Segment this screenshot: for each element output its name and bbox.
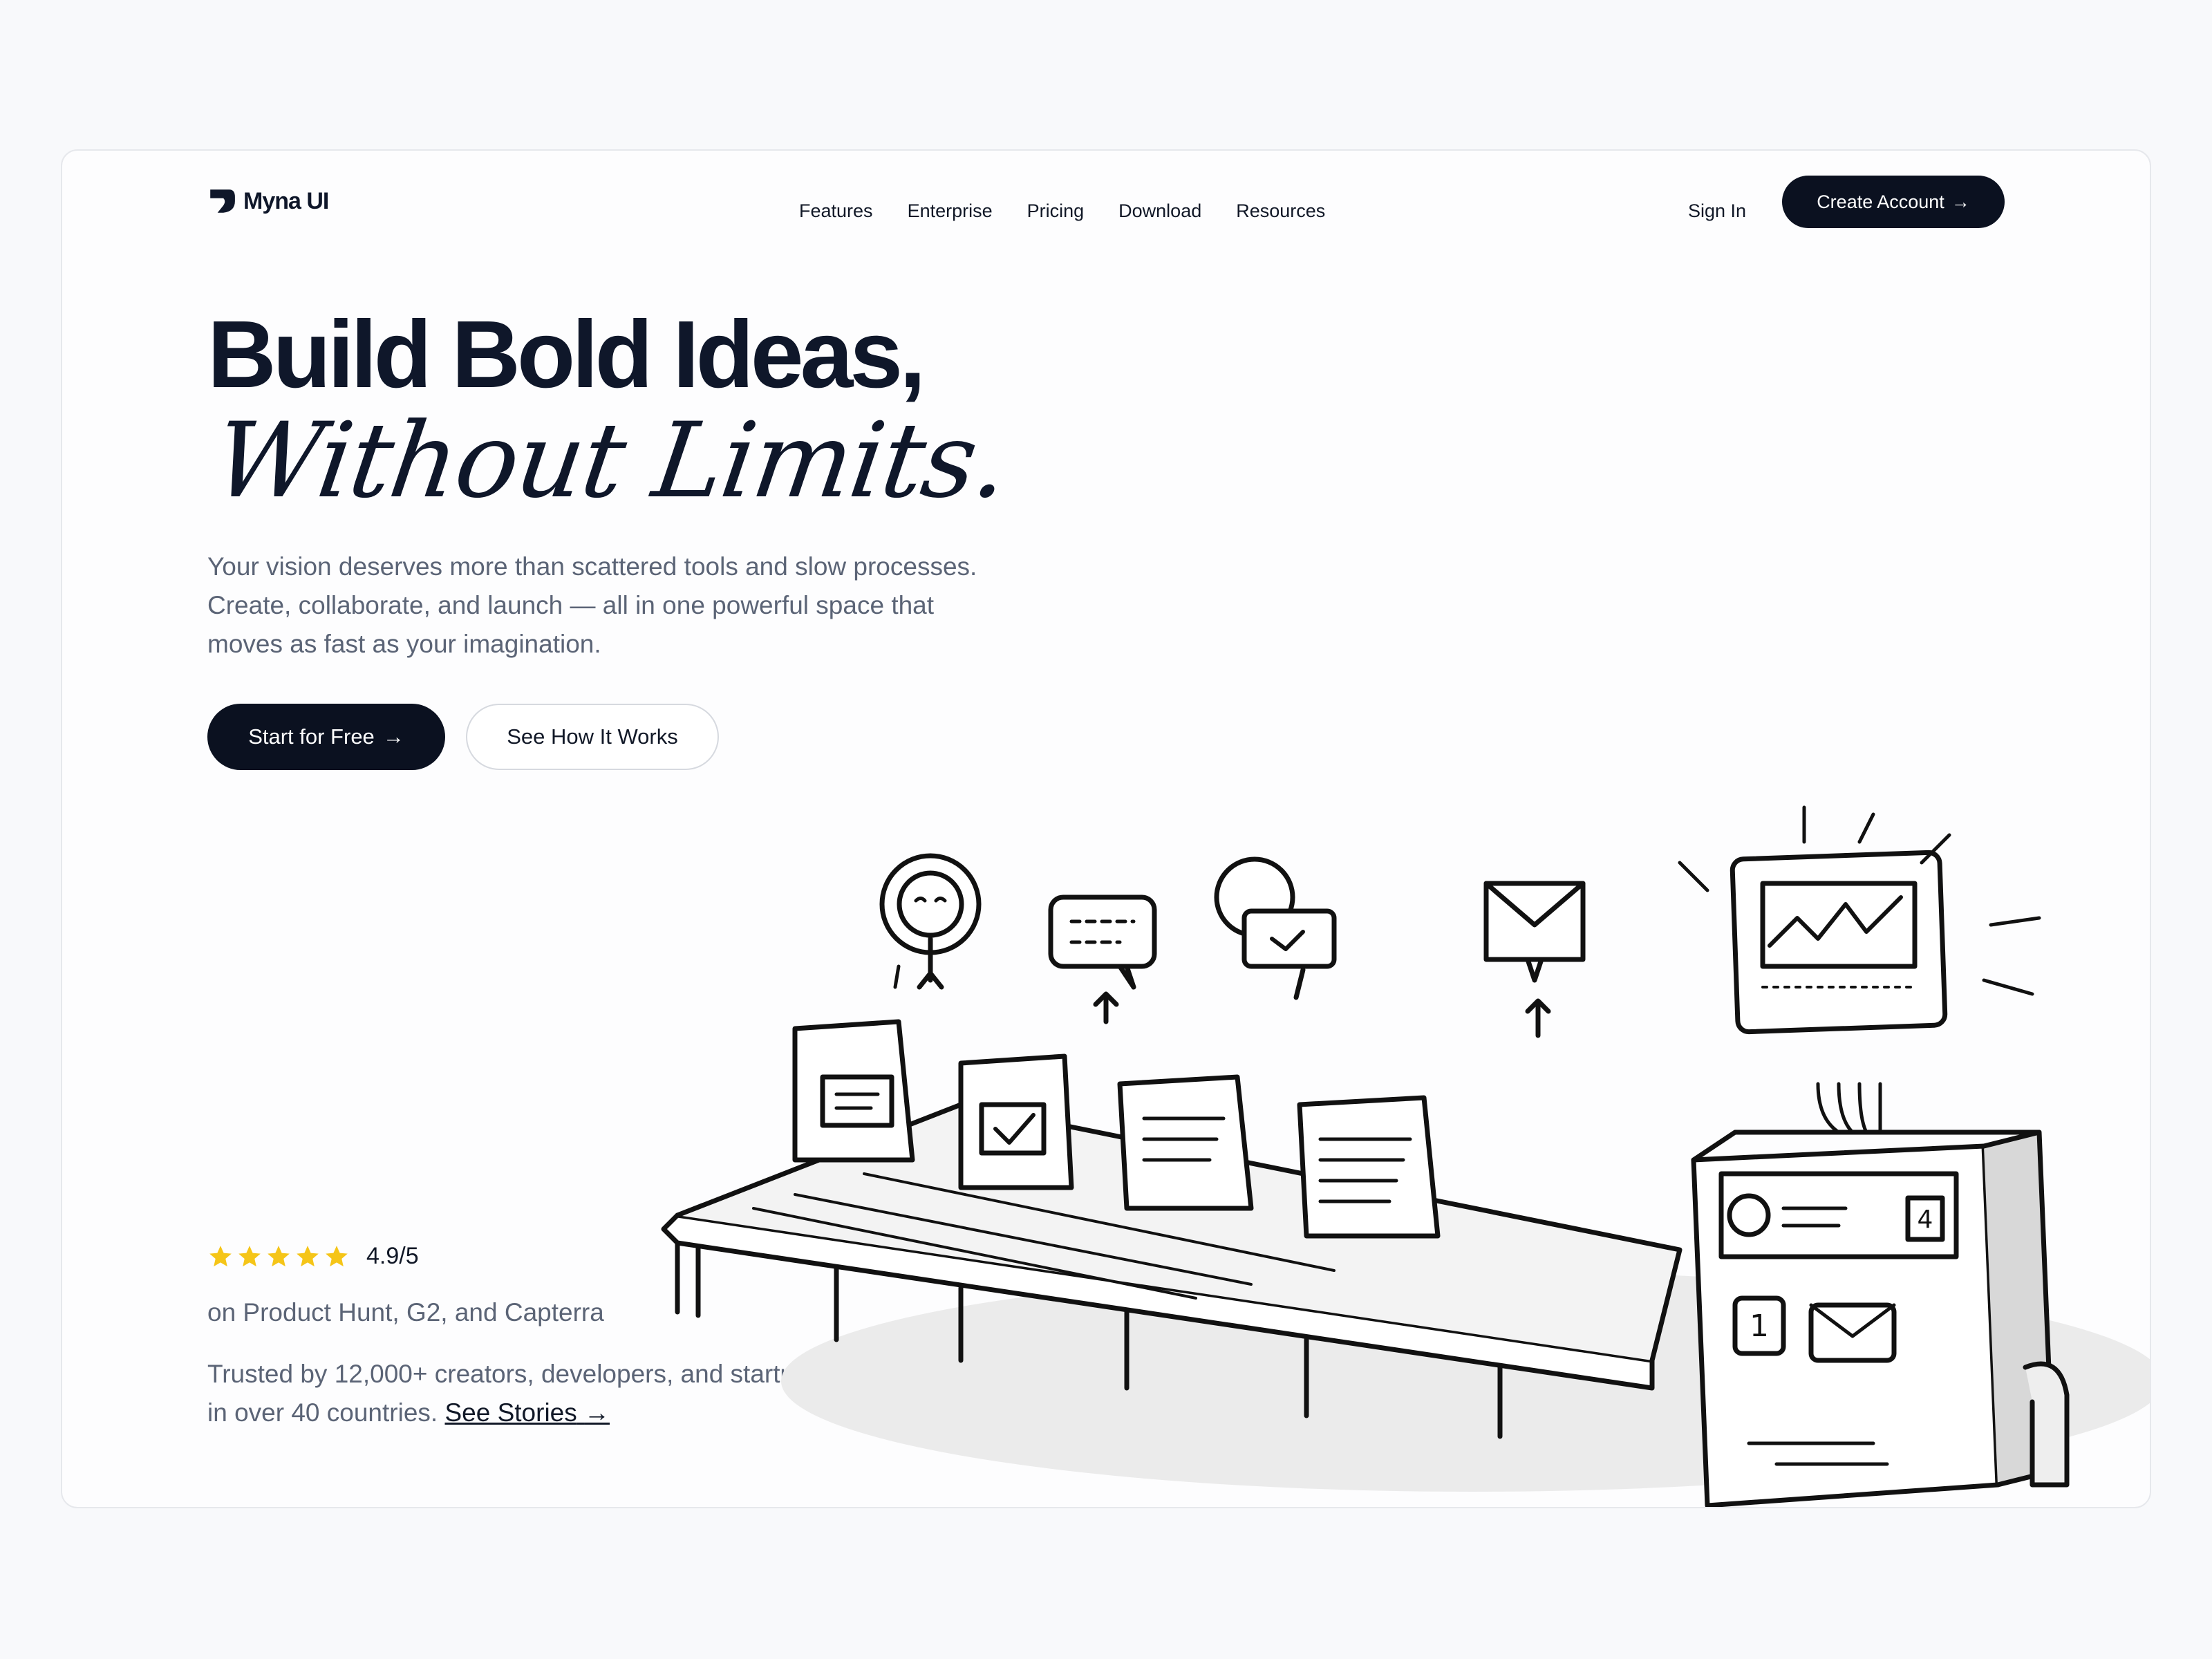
rating-value: 4.9/5 — [366, 1243, 419, 1269]
myna-logo-icon — [210, 189, 235, 213]
star-icon — [326, 1245, 348, 1266]
nav-enterprise[interactable]: Enterprise — [908, 200, 993, 222]
nav-resources[interactable]: Resources — [1236, 200, 1325, 222]
processing-machine: 4 1 — [1691, 1082, 2070, 1507]
hero-title: Build Bold Ideas, — [207, 301, 926, 408]
nav-features[interactable]: Features — [799, 200, 873, 222]
rating: 4.9/5 — [207, 1243, 419, 1270]
brand-name: Myna UI — [243, 187, 329, 214]
star-icon — [297, 1245, 319, 1266]
main-nav: Features Enterprise Pricing Download Res… — [799, 187, 1325, 235]
hero-script-subtitle: Without Limits. — [207, 401, 1015, 521]
monitor-chart-icon — [1678, 805, 2041, 1035]
chat-bubble-icon — [1048, 894, 1157, 1024]
brain-check-icon — [1214, 856, 1337, 1000]
start-for-free-label: Start for Free — [248, 724, 375, 749]
see-stories-label: See Stories — [444, 1398, 577, 1427]
machine-counter: 4 — [1918, 1206, 1933, 1234]
star-icon — [209, 1245, 232, 1266]
sign-in-link[interactable]: Sign In — [1688, 187, 1746, 235]
document-card-2 — [958, 1053, 1074, 1190]
create-account-label: Create Account — [1817, 191, 1944, 212]
machine-dial-number: 1 — [1750, 1309, 1769, 1344]
nav-download[interactable]: Download — [1118, 200, 1201, 222]
star-icon — [238, 1245, 261, 1266]
conveyor-machine-illustration: 4 1 — [661, 805, 2150, 1507]
brand-logo[interactable]: Myna UI — [207, 187, 329, 216]
start-for-free-button[interactable]: Start for Free → — [207, 704, 445, 770]
star-icon — [268, 1245, 290, 1266]
rating-source: on Product Hunt, G2, and Capterra — [207, 1298, 604, 1327]
document-card-4 — [1297, 1095, 1441, 1239]
hero-card: Myna UI Features Enterprise Pricing Down… — [61, 149, 2151, 1508]
arrow-right-icon: → — [382, 724, 404, 749]
envelope-chat-icon — [1483, 881, 1586, 1038]
nav-pricing[interactable]: Pricing — [1027, 200, 1085, 222]
create-account-button[interactable]: Create Account → — [1782, 176, 2005, 228]
gear-face-icon — [879, 853, 982, 990]
document-card-1 — [792, 1019, 915, 1163]
document-card-3 — [1117, 1074, 1254, 1211]
arrow-right-icon: → — [1951, 191, 1970, 212]
